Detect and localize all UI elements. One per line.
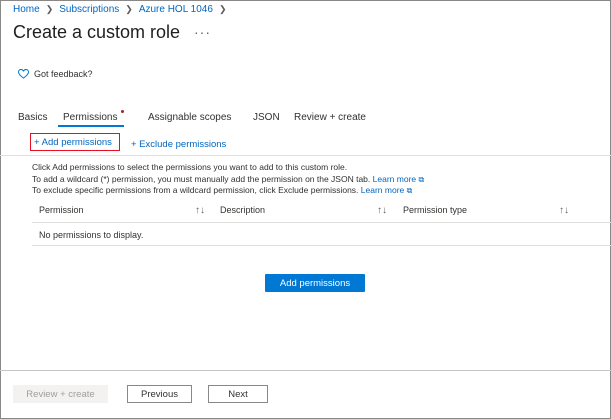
empty-table-message: No permissions to display. — [39, 230, 144, 240]
chevron-right-icon: ❯ — [45, 4, 54, 14]
info-line-2: To add a wildcard (*) permission, you mu… — [32, 174, 424, 185]
add-permissions-label: + Add permissions — [34, 136, 112, 148]
chevron-right-icon: ❯ — [125, 4, 133, 14]
heart-icon — [18, 69, 29, 79]
breadcrumb-subscription[interactable]: Azure HOL 1046 — [139, 4, 213, 15]
breadcrumb-home[interactable]: Home — [13, 4, 40, 15]
add-permissions-button[interactable]: Add permissions — [265, 274, 365, 292]
required-indicator — [121, 110, 124, 113]
column-header-description[interactable]: Description — [220, 205, 265, 215]
table-row-divider — [32, 245, 611, 246]
sort-icon[interactable]: ↑↓ — [195, 205, 205, 216]
footer-divider — [0, 370, 611, 371]
toolbar-divider — [0, 155, 611, 156]
tab-assignable-scopes[interactable]: Assignable scopes — [148, 112, 231, 123]
info-line-1: Click Add permissions to select the perm… — [32, 162, 348, 172]
tab-json[interactable]: JSON — [253, 112, 280, 123]
column-header-permission[interactable]: Permission — [39, 205, 84, 215]
breadcrumb-subscriptions[interactable]: Subscriptions — [59, 4, 119, 15]
feedback-label: Got feedback? — [34, 69, 93, 79]
exclude-permissions-label: + Exclude permissions — [131, 139, 227, 150]
more-options-button[interactable]: ··· — [194, 24, 211, 40]
exclude-permissions-button[interactable]: + Exclude permissions — [131, 139, 226, 150]
info-line-2-text: To add a wildcard (*) permission, you mu… — [32, 174, 371, 184]
page-frame — [0, 0, 611, 419]
tab-permissions[interactable]: Permissions — [63, 112, 117, 123]
page-title: Create a custom role — [13, 22, 181, 42]
review-create-button[interactable]: Review + create — [13, 385, 108, 403]
breadcrumb: Home ❯ Subscriptions ❯ Azure HOL 1046 ❯ — [13, 4, 232, 15]
external-link-icon: ⧉ — [418, 175, 425, 184]
sort-icon[interactable]: ↑↓ — [377, 205, 387, 216]
previous-button[interactable]: Previous — [127, 385, 192, 403]
tab-review-create[interactable]: Review + create — [294, 112, 366, 123]
column-header-permission-type[interactable]: Permission type — [403, 205, 467, 215]
sort-icon[interactable]: ↑↓ — [559, 205, 569, 216]
active-tab-indicator — [58, 125, 124, 127]
learn-more-link-exclude[interactable]: Learn more — [361, 185, 404, 195]
info-line-3: To exclude specific permissions from a w… — [32, 185, 412, 196]
chevron-right-icon: ❯ — [218, 4, 227, 14]
next-button[interactable]: Next — [208, 385, 268, 403]
external-link-icon: ⧉ — [406, 186, 413, 195]
info-line-3-text: To exclude specific permissions from a w… — [32, 185, 359, 195]
table-header-divider — [32, 222, 611, 223]
feedback-link[interactable]: Got feedback? — [18, 69, 93, 79]
add-permissions-toolbar-button[interactable]: + Add permissions — [30, 133, 120, 151]
learn-more-link-json[interactable]: Learn more — [373, 174, 416, 184]
tab-basics[interactable]: Basics — [18, 112, 47, 123]
